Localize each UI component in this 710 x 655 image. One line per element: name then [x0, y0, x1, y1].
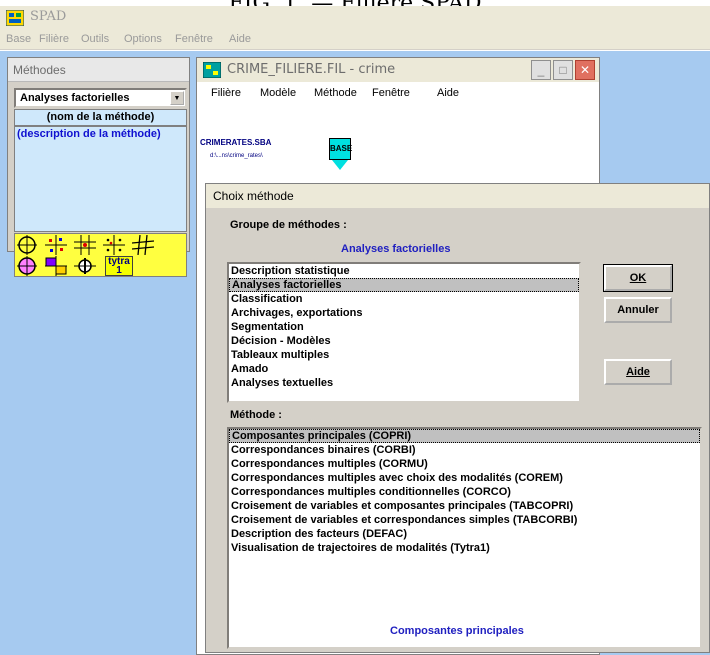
group-list-item[interactable]: Classification: [229, 292, 579, 306]
base-node[interactable]: BASE: [329, 138, 352, 160]
method-list-item[interactable]: Visualisation de trajectoires de modalit…: [229, 541, 700, 555]
data-file-path: d:\...ns\crime_rates\: [210, 153, 263, 159]
base-node-pointer: [332, 160, 348, 170]
app-title-bar: SPAD: [0, 6, 710, 30]
dialog-title: Choix méthode: [206, 184, 709, 208]
method-list-item[interactable]: Croisement de variables et composantes p…: [229, 499, 700, 513]
crime-window-title: CRIME_FILIERE.FIL - crime: [227, 62, 396, 77]
tytra-icon-number: 1: [116, 265, 122, 276]
dotted-grid-icon[interactable]: [103, 235, 125, 255]
menu-filiere[interactable]: Filière: [39, 33, 69, 45]
crime-menu-aide[interactable]: Aide: [437, 87, 459, 99]
spad-app-icon: [5, 9, 25, 29]
hash-axes-icon[interactable]: [131, 234, 155, 256]
crime-menu-filiere[interactable]: Filière: [211, 87, 241, 99]
methods-panel-title: Méthodes: [8, 58, 189, 82]
chevron-down-icon[interactable]: ▼: [170, 91, 184, 105]
data-file-name: CRIMERATES.SBA: [200, 138, 272, 147]
menu-base[interactable]: Base: [6, 33, 31, 45]
menu-outils[interactable]: Outils: [81, 33, 109, 45]
method-list-item[interactable]: Composantes principales (COPRI): [229, 429, 700, 443]
method-icon-palette: tytra 1: [14, 233, 187, 277]
table-grid-icon[interactable]: [45, 256, 67, 276]
target-arrow-icon[interactable]: [74, 256, 96, 276]
method-list-item[interactable]: Correspondances multiples avec choix des…: [229, 471, 700, 485]
maximize-button[interactable]: □: [553, 60, 573, 80]
method-name-box: (nom de la méthode): [14, 109, 187, 126]
group-list-item[interactable]: Décision - Modèles: [229, 334, 579, 348]
method-label: Méthode :: [230, 409, 282, 421]
scatter-points-icon[interactable]: [45, 235, 67, 255]
ok-button[interactable]: OK: [603, 264, 673, 292]
method-list-item[interactable]: Croisement de variables et correspondanc…: [229, 513, 700, 527]
filiere-window-icon: [202, 61, 222, 81]
app-menubar: Base Filière Outils Options Fenêtre Aide: [0, 30, 710, 50]
crime-menu-methode[interactable]: Méthode: [314, 87, 357, 99]
method-selected-label: Composantes principales: [390, 625, 524, 637]
methods-panel: Méthodes Analyses factorielles ▼ (nom de…: [7, 57, 190, 277]
grid-axes-icon[interactable]: [74, 235, 96, 255]
group-list-item[interactable]: Description statistique: [229, 264, 579, 278]
group-selected-label: Analyses factorielles: [341, 243, 451, 255]
method-list-item[interactable]: Correspondances multiples (CORMU): [229, 457, 700, 471]
crime-window-titlebar: CRIME_FILIERE.FIL - crime _ □ ✕: [197, 58, 599, 82]
method-description-box: (description de la méthode): [14, 126, 187, 232]
method-list-item[interactable]: Correspondances multiples conditionnelle…: [229, 485, 700, 499]
app-title: SPAD: [30, 9, 67, 24]
choix-methode-dialog: Choix méthode Groupe de méthodes : Analy…: [205, 183, 710, 653]
method-group-select-value: Analyses factorielles: [20, 92, 130, 104]
tytra-icon[interactable]: tytra 1: [105, 256, 133, 276]
help-button-label: Aide: [626, 366, 650, 378]
menu-options[interactable]: Options: [124, 33, 162, 45]
menu-aide[interactable]: Aide: [229, 33, 251, 45]
factorial-circle-icon[interactable]: [16, 235, 38, 255]
method-list-item[interactable]: Description des facteurs (DEFAC): [229, 527, 700, 541]
group-list-item[interactable]: Segmentation: [229, 320, 579, 334]
menu-fenetre[interactable]: Fenêtre: [175, 33, 213, 45]
cancel-button[interactable]: Annuler: [604, 297, 672, 323]
minimize-button[interactable]: _: [531, 60, 551, 80]
method-list-item[interactable]: Correspondances binaires (CORBI): [229, 443, 700, 457]
group-list-item[interactable]: Analyses factorielles: [229, 278, 579, 292]
crime-menu-modele[interactable]: Modèle: [260, 87, 296, 99]
ok-button-label: OK: [629, 272, 647, 284]
method-group-select[interactable]: Analyses factorielles ▼: [14, 88, 187, 108]
crime-menu-fenetre[interactable]: Fenêtre: [372, 87, 410, 99]
group-label: Groupe de méthodes :: [230, 219, 347, 231]
close-button[interactable]: ✕: [575, 60, 595, 80]
group-list-item[interactable]: Amado: [229, 362, 579, 376]
group-list-item[interactable]: Analyses textuelles: [229, 376, 579, 390]
group-list-item[interactable]: Tableaux multiples: [229, 348, 579, 362]
help-button[interactable]: Aide: [604, 359, 672, 385]
method-group-list[interactable]: Description statistique Analyses factorie…: [227, 262, 581, 403]
colored-circle-icon[interactable]: [16, 256, 38, 276]
method-list[interactable]: Composantes principales (COPRI) Correspon…: [227, 427, 702, 649]
group-list-item[interactable]: Archivages, exportations: [229, 306, 579, 320]
